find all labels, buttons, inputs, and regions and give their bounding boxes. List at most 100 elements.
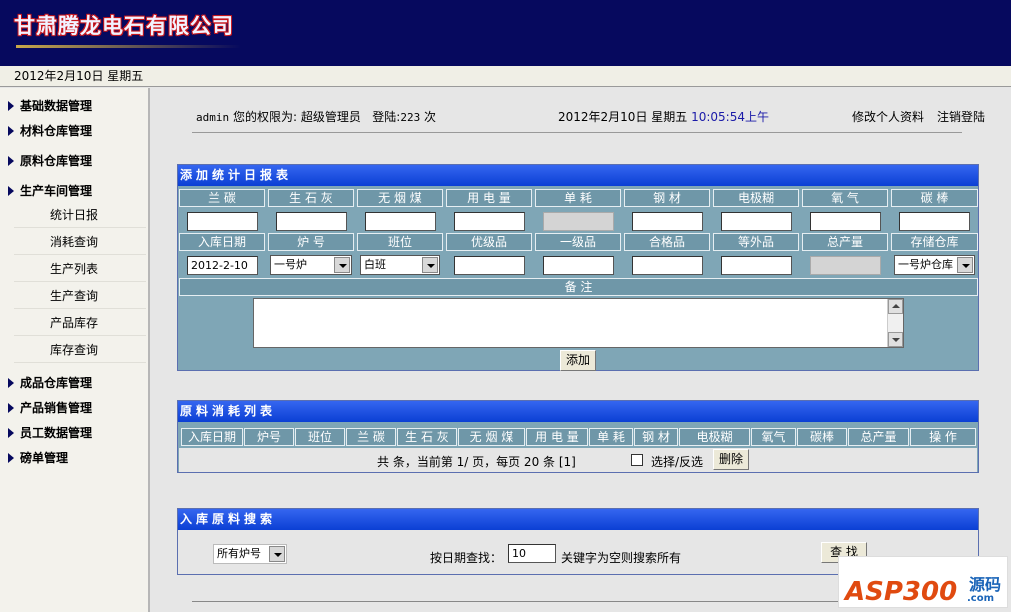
remark-textarea[interactable] (253, 298, 904, 348)
col-quicklime: 生 石 灰 (397, 428, 457, 446)
search-hint: 关键字为空则搜索所有 (561, 551, 682, 565)
pager-row: 共 条，当前第 1/ 页，每页 20 条 [1] 选择/反选 删除 (179, 448, 977, 472)
header-steel: 钢 材 (624, 189, 710, 207)
select-all-label: 选择/反选 (651, 455, 704, 469)
col-oxygen: 氧气 (751, 428, 796, 446)
scroll-down-icon[interactable] (888, 332, 903, 347)
scroll-up-icon[interactable] (888, 299, 903, 314)
arrow-icon (8, 453, 14, 463)
lantan-input[interactable] (187, 212, 258, 231)
header-furnace: 炉 号 (268, 233, 354, 251)
company-logo: 甘肃腾龙电石有限公司 (14, 13, 234, 38)
col-total-output: 总产量 (848, 428, 909, 446)
arrow-icon (8, 378, 14, 388)
carbon-rod-input[interactable] (899, 212, 970, 231)
add-button[interactable]: 添加 (560, 350, 596, 371)
arrow-icon (8, 186, 14, 196)
header-unit-consume: 单 耗 (535, 189, 621, 207)
power-input[interactable] (454, 212, 525, 231)
header-in-date: 入库日期 (179, 233, 265, 251)
sidebar-subitem-production-list[interactable]: 生产列表 (14, 256, 146, 282)
datetime-info: 2012年2月10日 星期五 10:05:54上午 (558, 108, 769, 125)
login-count: 223 (400, 111, 421, 124)
furnace-select[interactable]: 一号炉 (270, 255, 352, 275)
header-shift: 班位 (357, 233, 443, 251)
premium-input[interactable] (454, 256, 525, 275)
sidebar-item-staff[interactable]: 员工数据管理 (8, 424, 92, 441)
login-prefix: 登陆: (372, 110, 401, 124)
main-content: admin 您的权限为: 超级管理员 登陆:223 次 2012年2月10日 星… (152, 88, 1011, 612)
header-power: 用 电 量 (446, 189, 532, 207)
col-actions: 操 作 (910, 428, 976, 446)
in-date-input[interactable]: 2012-2-10 (187, 256, 258, 275)
first-grade-input[interactable] (543, 256, 614, 275)
header-oxygen: 氧 气 (802, 189, 888, 207)
arrow-icon (8, 403, 14, 413)
substandard-input[interactable] (721, 256, 792, 275)
furnace-filter-select[interactable]: 所有炉号 (213, 544, 287, 564)
logout-link[interactable]: 注销登陆 (937, 108, 985, 125)
col-lantan: 兰 碳 (346, 428, 396, 446)
edit-profile-link[interactable]: 修改个人资料 (852, 108, 924, 125)
sidebar-item-raw-warehouse[interactable]: 原料仓库管理 (8, 152, 92, 169)
sidebar: 基础数据管理 材料仓库管理 原料仓库管理 生产车间管理 统计日报 消耗查询 生产… (0, 88, 150, 612)
header-anthracite: 无 烟 煤 (357, 189, 443, 207)
date-search-input[interactable]: 10 (508, 544, 556, 563)
consume-list-panel: 原料消耗列表 入库日期 炉号 班位 兰 碳 生 石 灰 无 烟 煤 用 电 量 … (177, 400, 979, 473)
sidebar-subitem-product-stock[interactable]: 产品库存 (14, 310, 146, 336)
oxygen-input[interactable] (810, 212, 881, 231)
total-output-input (810, 256, 881, 275)
shift-select[interactable]: 白班 (360, 255, 440, 275)
sidebar-subitem-consume-query[interactable]: 消耗查询 (14, 229, 146, 255)
username: admin (196, 111, 230, 124)
sidebar-item-weighbill[interactable]: 磅单管理 (8, 449, 68, 466)
pager-text: 共 条，当前第 1/ 页，每页 20 条 [1] (377, 455, 576, 469)
watermark-cn: 源码 (969, 575, 1002, 594)
top-date: 2012年2月10日 星期五 (558, 110, 688, 124)
add-report-title: 添加统计日报表 (178, 165, 978, 186)
sidebar-item-basic-data[interactable]: 基础数据管理 (8, 97, 92, 114)
quicklime-input[interactable] (276, 212, 347, 231)
date-bar: 2012年2月10日 星期五 (0, 66, 1011, 87)
electrode-paste-input[interactable] (721, 212, 792, 231)
watermark-domain: .com (967, 593, 995, 604)
unit-consume-input (543, 212, 614, 231)
arrow-icon (8, 428, 14, 438)
anthracite-input[interactable] (365, 212, 436, 231)
qualified-input[interactable] (632, 256, 703, 275)
arrow-icon (8, 156, 14, 166)
col-power: 用 电 量 (526, 428, 588, 446)
sidebar-subitem-stock-query[interactable]: 库存查询 (14, 337, 146, 363)
col-unit-consume: 单 耗 (589, 428, 633, 446)
col-anthracite: 无 烟 煤 (458, 428, 525, 446)
sidebar-subitem-daily-report[interactable]: 统计日报 (14, 202, 146, 228)
header-carbon-rod: 碳 棒 (891, 189, 978, 207)
warehouse-select[interactable]: 一号炉仓库 (894, 255, 975, 275)
header-electrode-paste: 电极糊 (713, 189, 799, 207)
sidebar-item-workshop[interactable]: 生产车间管理 (8, 182, 92, 199)
chevron-down-icon (957, 257, 973, 273)
delete-button[interactable]: 删除 (713, 449, 749, 470)
header-quicklime: 生 石 灰 (268, 189, 354, 207)
col-steel: 钢 材 (634, 428, 678, 446)
remark-label: 备 注 (179, 278, 978, 296)
watermark-logo: ASP300 源码 .com (838, 556, 1008, 608)
top-time: 10:05:54上午 (691, 110, 769, 124)
sidebar-item-finished-warehouse[interactable]: 成品仓库管理 (8, 374, 92, 391)
header-premium: 优级品 (446, 233, 532, 251)
col-furnace: 炉号 (244, 428, 294, 446)
col-carbon-rod: 碳棒 (797, 428, 847, 446)
sidebar-item-sales[interactable]: 产品销售管理 (8, 399, 92, 416)
steel-input[interactable] (632, 212, 703, 231)
col-in-date: 入库日期 (181, 428, 243, 446)
col-electrode-paste: 电极糊 (679, 428, 750, 446)
sidebar-item-material-warehouse[interactable]: 材料仓库管理 (8, 122, 92, 139)
sidebar-subitem-production-query[interactable]: 生产查询 (14, 283, 146, 309)
arrow-icon (8, 101, 14, 111)
current-date: 2012年2月10日 星期五 (14, 69, 144, 83)
watermark-brand: ASP300 (845, 577, 958, 607)
textarea-scrollbar[interactable] (887, 299, 903, 347)
arrow-icon (8, 126, 14, 136)
select-all-checkbox[interactable] (631, 454, 643, 466)
header-qualified: 合格品 (624, 233, 710, 251)
